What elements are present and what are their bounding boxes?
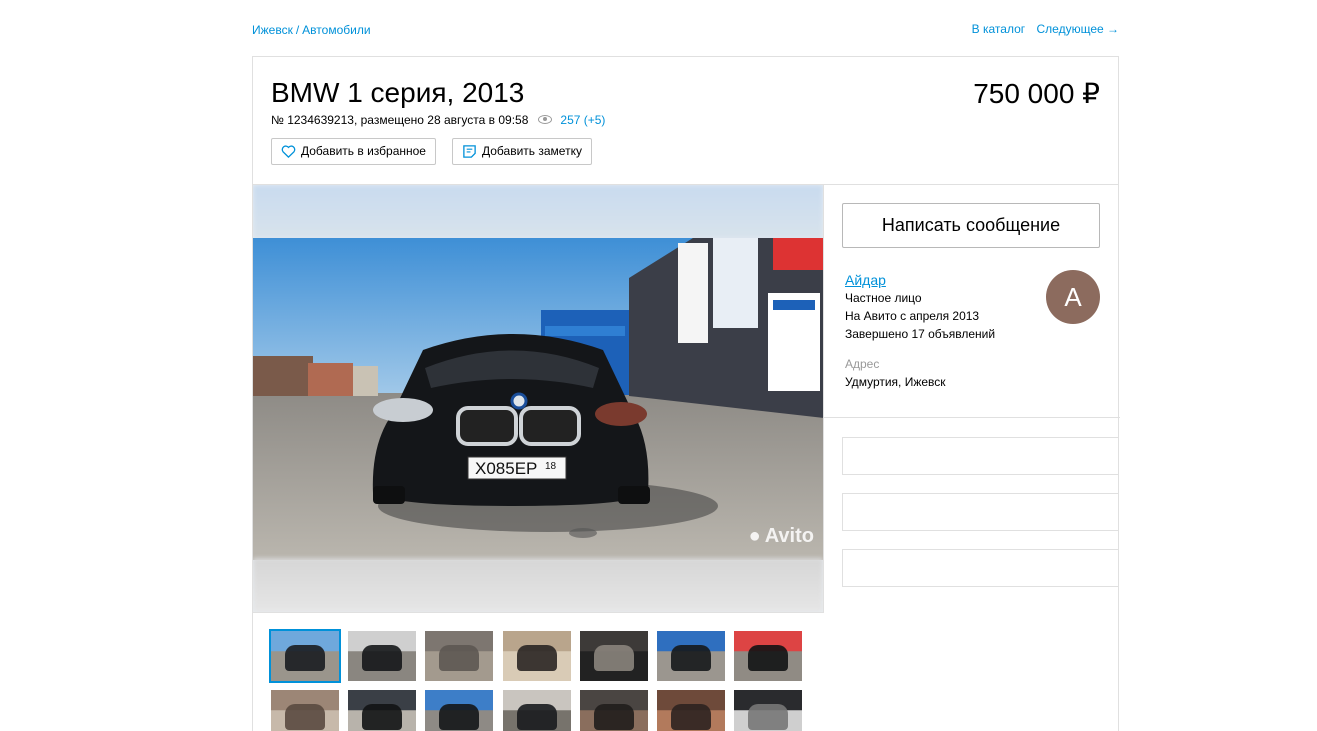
sidebar-placeholder-box [842,493,1119,531]
seller-type: Частное лицо [845,291,922,305]
top-navigation: Ижевск / Автомобили В каталог Следующее → [252,20,1119,40]
thumbnail-subject [439,704,480,730]
breadcrumb-category[interactable]: Автомобили [302,23,370,37]
watermark-icon: ● [748,525,765,547]
address-value: Удмуртия, Ижевск [845,375,946,389]
license-plate-text: Х085ЕР [475,459,537,478]
photo-thumbnail[interactable] [734,690,803,731]
photo-thumbnail[interactable] [425,690,494,731]
photo-thumbnail[interactable] [657,690,725,731]
sidebar-placeholder-box [842,549,1119,587]
photo-thumbnail[interactable] [579,631,648,681]
thumbnail-subject [593,704,634,730]
seller-name-link[interactable]: Айдар [845,271,995,289]
sidebar-divider [824,417,1120,418]
thumbnail-subject [748,645,789,671]
listing-meta: № 1234639213, размещено 28 августа в 09:… [271,113,605,127]
car-photo-image: Х085ЕР 18 [253,238,823,560]
listing-navigation: В каталог Следующее → [964,22,1119,36]
listing-title: BMW 1 серия, 2013 [271,77,525,108]
add-to-favorites-label: Добавить в избранное [301,144,426,158]
photo-gallery[interactable]: Х085ЕР 18 ● Avito [253,185,824,613]
thumbnail-subject [439,645,480,671]
photo-thumbnail[interactable] [425,631,494,681]
note-icon [463,145,476,158]
photo-thumbnail[interactable] [579,690,648,731]
watermark-text: Avito [764,525,814,547]
breadcrumb: Ижевск / Автомобили [252,23,371,37]
photo-thumbnail[interactable] [502,690,571,731]
breadcrumb-city[interactable]: Ижевск [252,23,293,37]
address-label: Адрес [845,357,880,371]
gallery-blur-bottom [253,558,823,612]
main-photo[interactable]: Х085ЕР 18 ● Avito [253,238,823,560]
thumbnail-subject [362,645,403,671]
listing-id-date: № 1234639213, размещено 28 августа в 09:… [271,113,529,127]
heart-icon [281,145,296,159]
thumbnail-subject [362,704,403,730]
seller-completed: Завершено 17 объявлений [845,327,996,341]
add-to-favorites-button[interactable]: Добавить в избранное [271,138,436,165]
listing-header: BMW 1 серия, 2013 750 000 ₽ № 1234639213… [253,57,1118,185]
next-listing-link[interactable]: Следующее → [1037,22,1120,36]
photo-thumbnail[interactable] [271,690,339,731]
view-count[interactable]: 257 (+5) [560,113,605,127]
photo-thumbnail[interactable] [348,631,417,681]
thumbnail-subject [593,645,634,671]
seller-info: Айдар Частное лицо На Авито с апреля 201… [845,271,995,343]
catalog-link[interactable]: В каталог [972,22,1025,36]
add-note-label: Добавить заметку [482,144,582,158]
seller-since: На Авито с апреля 2013 [845,309,980,323]
thumbnail-subject [671,704,711,730]
photo-thumbnail[interactable] [657,631,725,681]
gallery-blur-top [253,185,823,239]
breadcrumb-separator: / [295,23,300,37]
photo-thumbnail[interactable] [348,690,417,731]
thumbnail-subject [516,645,557,671]
add-note-button[interactable]: Добавить заметку [452,138,592,165]
license-plate-region: 18 [545,461,557,472]
photo-thumbnail[interactable] [269,629,341,683]
thumbnail-subject [516,704,557,730]
avatar[interactable]: А [1046,270,1100,324]
sidebar-placeholder-box [842,437,1119,475]
listing-card: BMW 1 серия, 2013 750 000 ₽ № 1234639213… [252,56,1120,731]
thumbnail-subject [671,645,711,671]
avito-watermark: ● Avito [749,525,814,548]
write-message-button[interactable]: Написать сообщение [842,203,1100,248]
listing-price: 750 000 ₽ [973,78,1100,109]
thumbnail-subject [285,704,325,730]
photo-thumbnail[interactable] [734,631,803,681]
thumbnail-subject [748,704,789,730]
thumbnail-subject [285,645,325,671]
photo-thumbnail[interactable] [502,631,571,681]
eye-icon [538,115,553,125]
